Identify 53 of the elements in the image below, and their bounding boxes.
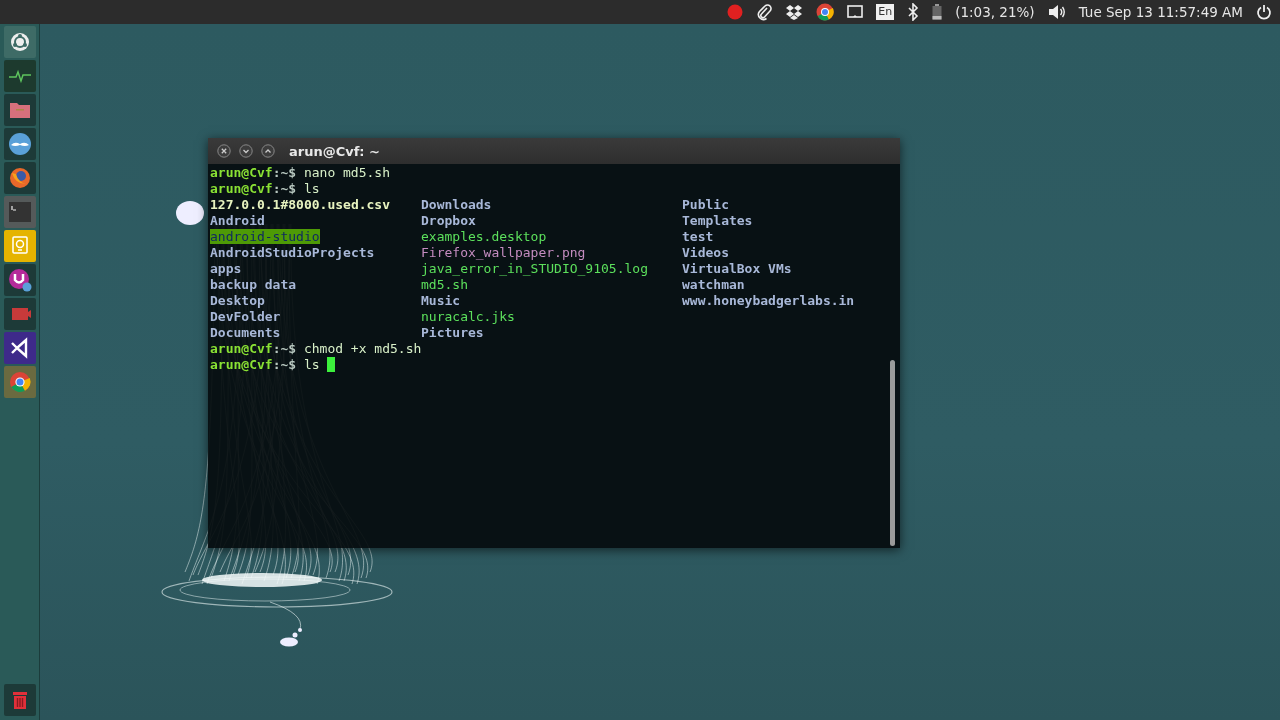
file-name: nuracalc.jks bbox=[421, 309, 515, 324]
file-name: Android bbox=[210, 213, 265, 228]
record-icon[interactable] bbox=[727, 4, 744, 20]
prompt-path: :~$ bbox=[272, 181, 297, 197]
file-name: Pictures bbox=[421, 325, 484, 340]
prompt-user: arun@Cvf bbox=[210, 165, 273, 181]
chrome-icon[interactable] bbox=[816, 3, 835, 21]
power-icon[interactable] bbox=[1256, 4, 1272, 20]
prompt-user: arun@Cvf bbox=[210, 181, 273, 197]
maximize-icon[interactable] bbox=[261, 144, 275, 158]
bluetooth-icon[interactable] bbox=[907, 3, 920, 21]
prompt-user: arun@Cvf bbox=[210, 357, 273, 373]
file-name: java_error_in_STUDIO_9105.log bbox=[421, 261, 648, 276]
dropbox-icon[interactable] bbox=[785, 4, 804, 20]
command-text: nano md5.sh bbox=[303, 165, 390, 181]
prompt-path: :~$ bbox=[272, 357, 297, 373]
file-name: DevFolder bbox=[210, 309, 281, 324]
file-name: Templates bbox=[682, 213, 753, 228]
command-text: ls bbox=[303, 181, 320, 197]
command-text: ls bbox=[303, 357, 321, 373]
file-name: examples.desktop bbox=[421, 229, 547, 244]
file-name: md5.sh bbox=[421, 277, 468, 292]
file-name: backup data bbox=[210, 277, 297, 292]
keyboard-layout-indicator[interactable]: En bbox=[876, 4, 895, 20]
file-name: Desktop bbox=[210, 293, 265, 308]
file-name: Videos bbox=[682, 245, 729, 260]
file-name: 127.0.0.1#8000.used.csv bbox=[210, 197, 390, 212]
command-text: chmod +x md5.sh bbox=[303, 341, 422, 357]
file-name: Firefox_wallpaper.png bbox=[421, 245, 586, 260]
file-name: watchman bbox=[682, 277, 745, 292]
file-name: AndroidStudioProjects bbox=[210, 245, 375, 260]
prompt-path: :~$ bbox=[272, 165, 297, 181]
file-name: android-studio bbox=[210, 229, 320, 244]
clock[interactable]: Tue Sep 13 11:57:49 AM bbox=[1078, 4, 1243, 20]
file-name: Downloads bbox=[421, 197, 492, 212]
minimize-icon[interactable] bbox=[239, 144, 253, 158]
battery-status[interactable]: (1:03, 21%) bbox=[955, 4, 1035, 20]
prompt-user: arun@Cvf bbox=[210, 341, 273, 357]
battery-icon[interactable] bbox=[932, 4, 943, 20]
prompt-path: :~$ bbox=[272, 341, 297, 357]
file-name: Documents bbox=[210, 325, 281, 340]
volume-icon[interactable] bbox=[1047, 4, 1066, 20]
file-name: Music bbox=[421, 293, 461, 308]
window-title: arun@Cvf: ~ bbox=[289, 143, 380, 159]
file-name: test bbox=[682, 229, 714, 244]
file-name: www.honeybadgerlabs.in bbox=[682, 293, 855, 308]
file-name: Dropbox bbox=[421, 213, 476, 228]
paperclip-icon[interactable] bbox=[756, 3, 773, 21]
file-name: VirtualBox VMs bbox=[682, 261, 792, 276]
file-name: apps bbox=[210, 261, 242, 276]
close-icon[interactable] bbox=[217, 144, 231, 158]
screen-icon[interactable] bbox=[847, 5, 864, 19]
file-name: Public bbox=[682, 197, 729, 212]
